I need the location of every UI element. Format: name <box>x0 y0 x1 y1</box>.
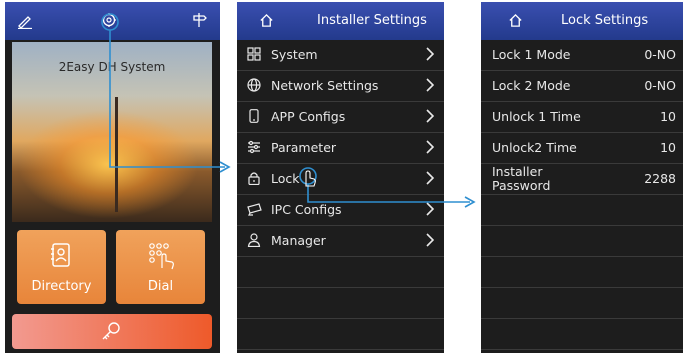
connector-arrow <box>109 30 225 168</box>
flow-annotations <box>101 13 476 208</box>
tap-indicator <box>101 13 119 31</box>
connector-arrow <box>307 184 470 203</box>
tap-indicator <box>299 167 317 185</box>
